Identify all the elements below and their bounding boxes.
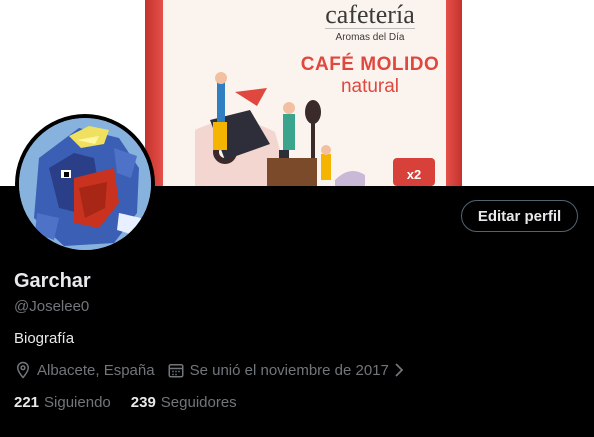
banner-tagline: Aromas del Día <box>335 32 405 43</box>
followers-label: Seguidores <box>160 393 237 411</box>
coffee-illustration <box>195 72 365 186</box>
location-text: Albacete, España <box>37 361 155 379</box>
avatar[interactable] <box>15 114 155 254</box>
joined-text: Se unió el noviembre de 2017 <box>189 361 389 379</box>
banner-brand: cafetería <box>325 0 415 29</box>
calendar-icon <box>167 361 185 379</box>
location-item: Albacete, España <box>14 361 155 379</box>
following-link[interactable]: 221 Siguiendo <box>14 394 111 411</box>
following-label: Siguiendo <box>44 393 111 411</box>
joined-item[interactable]: Se unió el noviembre de 2017 <box>167 361 405 379</box>
chevron-right-icon[interactable] <box>393 362 405 378</box>
pack-count-badge: x2 <box>393 158 435 186</box>
edit-profile-button[interactable]: Editar perfil <box>461 200 578 232</box>
followers-count: 239 <box>130 393 156 411</box>
followers-link[interactable]: 239 Seguidores <box>131 394 237 411</box>
location-pin-icon <box>14 361 32 379</box>
profile-name: Garchar <box>14 270 91 292</box>
pixel-dragon-image <box>19 118 151 250</box>
following-count: 221 <box>14 393 40 411</box>
profile-bio: Biografía <box>14 330 75 347</box>
avatar-image <box>19 118 151 250</box>
profile-meta: Albacete, España Se unió el noviembre de… <box>14 360 417 380</box>
profile-stats: 221 Siguiendo 239 Seguidores <box>14 392 257 412</box>
profile-handle: @Joselee0 <box>14 298 90 315</box>
